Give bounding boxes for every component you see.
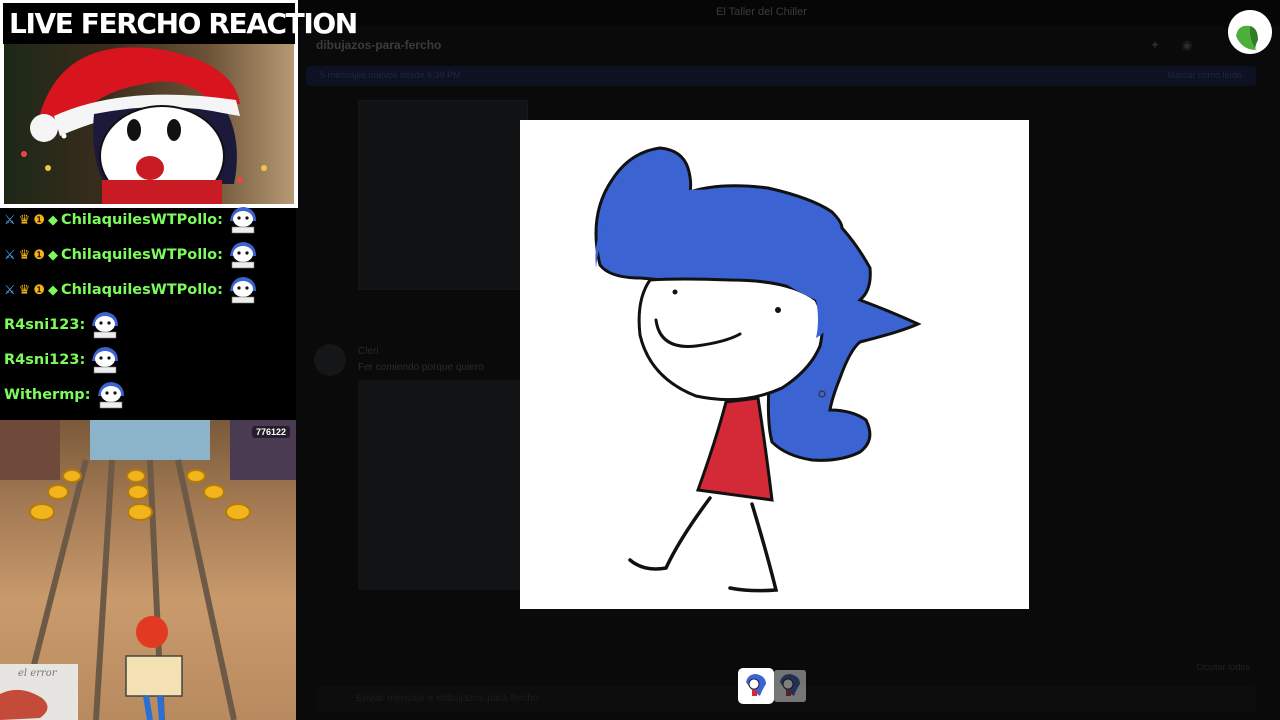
chat-message: R4sni123: [4,345,122,375]
crown-badge-icon: ♛ [18,282,31,297]
crown-badge-icon: ♛ [18,247,31,262]
chat-username[interactable]: ChilaquilesWTPollo: [61,212,223,228]
attachment-image-1[interactable] [358,100,528,290]
handcam: el error [0,664,78,720]
chat-username[interactable]: R4sni123: [4,317,85,333]
channel-name: dibujazos-para-fercho [316,38,442,52]
pin-icon[interactable]: ✦ [1148,38,1162,52]
chat-message: ⚔ ♛ ❶ ◆ ChilaquilesWTPollo: [4,240,260,270]
sword-badge-icon: ⚔ [4,212,16,227]
stream-title: LIVE FERCHO REACTION [9,7,358,40]
message-input-placeholder: Enviar mensaje a #dibujazos-para-fercho [356,693,539,704]
chat-message: R4sni123: [4,310,122,340]
emote-icon [88,310,122,340]
sword-badge-icon: ⚔ [4,247,16,262]
new-messages-text: 5 mensajes nuevos desde 6:39 PM [320,70,461,80]
server-name: El Taller del Chiller [716,6,807,18]
gem-badge-icon: ◆ [47,247,58,262]
chat-username[interactable]: ChilaquilesWTPollo: [61,282,223,298]
emote-icon [94,380,128,410]
emote-icon [226,205,260,235]
attachment-image-2[interactable] [358,380,528,590]
emote-icon [226,240,260,270]
author-avatar[interactable] [314,344,346,376]
thumbnail-1[interactable] [738,668,774,704]
sword-badge-icon: ⚔ [4,282,16,297]
crown-badge-icon: ♛ [18,212,31,227]
character-drawing [594,146,922,593]
image-viewer[interactable] [520,120,1029,609]
members-icon[interactable]: ◉ [1180,38,1194,52]
hide-all-button[interactable]: Ocultar todos [1196,662,1250,672]
game-video: 776122 el error [0,420,296,720]
emote-icon [88,345,122,375]
webcam-view [4,44,294,204]
gem-badge-icon: ◆ [47,212,58,227]
sub-badge-icon: ❶ [33,212,45,227]
message-author[interactable]: Cleri [358,346,379,357]
image-thumbnails [738,668,806,704]
channel-header: dibujazos-para-fercho ✦ ◉ [296,30,1280,60]
chat-username[interactable]: Withermp: [4,387,91,403]
chat-username[interactable]: ChilaquilesWTPollo: [61,247,223,263]
mark-read-button[interactable]: Marcar como leído [1167,70,1242,80]
chat-username[interactable]: R4sni123: [4,352,85,368]
gem-badge-icon: ◆ [47,282,58,297]
chat-message: ⚔ ♛ ❶ ◆ ChilaquilesWTPollo: [4,205,260,235]
webcam-frame: LIVE FERCHO REACTION [0,0,358,208]
sub-badge-icon: ❶ [33,282,45,297]
chat-message: Withermp: [4,380,128,410]
game-score: 776122 [251,426,290,438]
emote-icon [226,275,260,305]
chat-message: ⚔ ♛ ❶ ◆ ChilaquilesWTPollo: [4,275,260,305]
thumbnail-2[interactable] [774,670,806,702]
sub-badge-icon: ❶ [33,247,45,262]
stream-title-banner: LIVE FERCHO REACTION [0,0,358,44]
stream-overlay: LIVE FERCHO REACTION ⚔ ♛ ❶ ◆ Chilaquiles… [0,0,358,720]
new-messages-bar[interactable]: 5 mensajes nuevos desde 6:39 PM Marcar c… [306,66,1256,86]
message-text: Fer comiendo porque quiero [358,362,484,373]
user-avatar-icon[interactable] [1228,10,1272,54]
discord-title-bar: El Taller del Chiller [296,0,1280,26]
